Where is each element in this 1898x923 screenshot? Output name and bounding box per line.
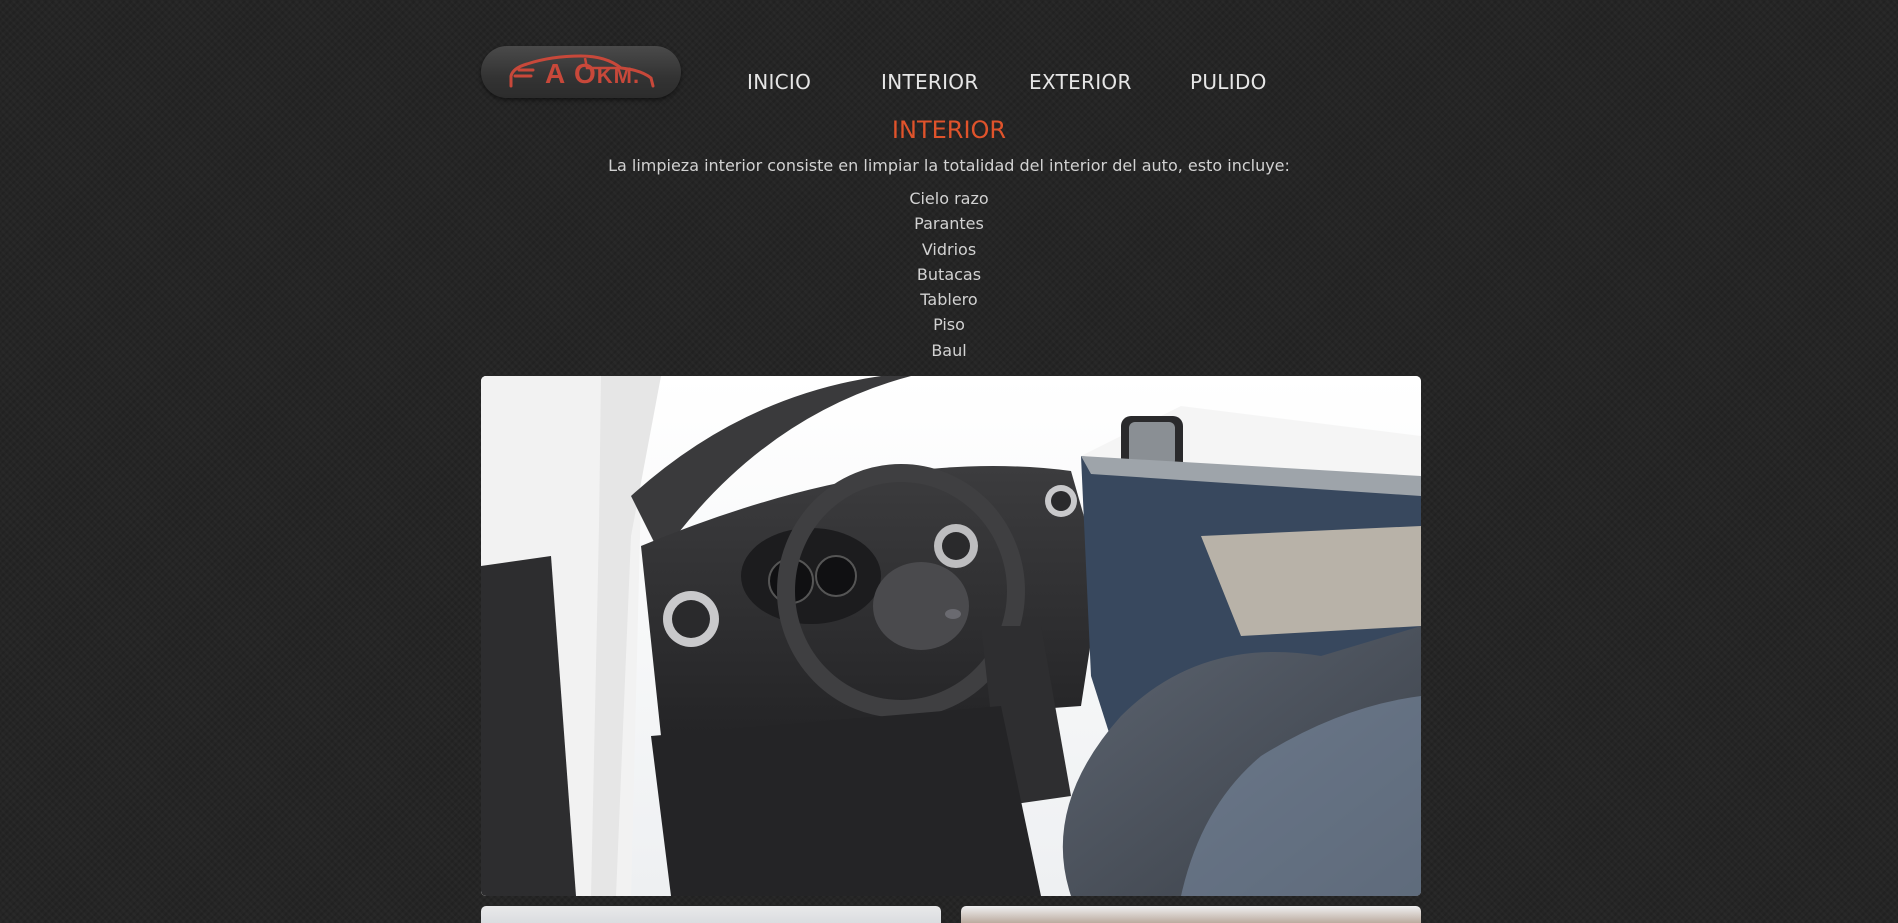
main-nav: INICIO INTERIOR EXTERIOR PULIDO: [481, 70, 1421, 100]
car-interior-image: [481, 376, 1421, 896]
list-item: Piso: [933, 315, 965, 335]
list-item: Vidrios: [921, 239, 977, 259]
nav-item-exterior[interactable]: EXTERIOR: [1029, 70, 1132, 94]
car-photo-thumbnail[interactable]: [481, 906, 941, 923]
car-interior-photo[interactable]: [481, 376, 1421, 896]
list-item: Baul: [931, 340, 967, 360]
nav-item-inicio[interactable]: INICIO: [747, 70, 811, 94]
intro-text: La limpieza interior consiste en limpiar…: [608, 156, 1290, 175]
page-title: INTERIOR: [891, 116, 1007, 144]
list-item: Parantes: [914, 214, 984, 234]
car-photo-thumbnail[interactable]: [961, 906, 1421, 923]
list-item: Tablero: [920, 290, 978, 310]
nav-item-interior[interactable]: INTERIOR: [881, 70, 979, 94]
site-header: A OKM. INICIO INTERIOR EXTERIOR PULIDO: [481, 46, 1421, 116]
list-item: Butacas: [916, 264, 982, 284]
list-item: Cielo razo: [909, 189, 989, 208]
services-list: Cielo razo Parantes Vidrios Butacas Tabl…: [0, 186, 1898, 363]
nav-item-pulido[interactable]: PULIDO: [1190, 70, 1267, 94]
